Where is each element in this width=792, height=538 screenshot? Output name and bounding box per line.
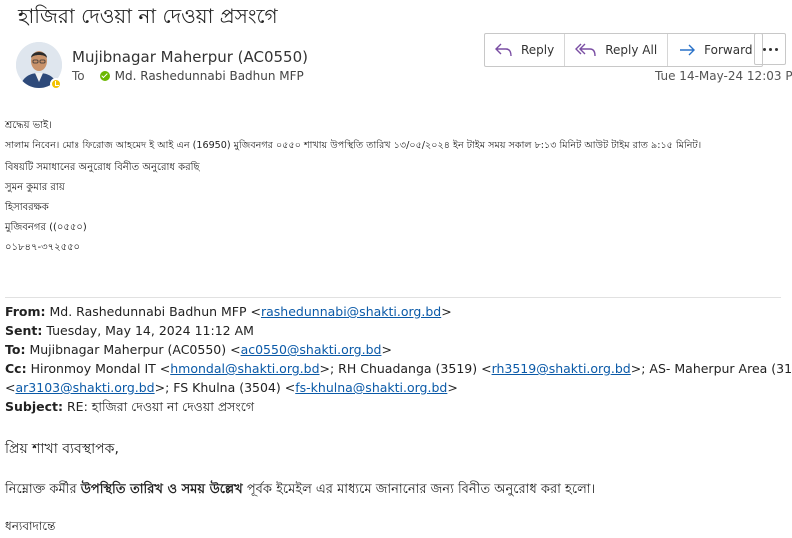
quoted-closing: ধন্যবাদান্তে (5, 519, 56, 533)
more-options-button[interactable] (754, 33, 786, 65)
cc-label: Cc: (5, 361, 27, 376)
quote-divider (5, 297, 781, 298)
request-emphasis: উপস্থিতি তারিখ ও সময় উল্লেখ (80, 482, 243, 497)
cc-email-link-2[interactable]: rh3519@shakti.org.bd (492, 361, 631, 376)
sender-name[interactable]: Mujibnagar Maherpur (AC0550) (72, 48, 308, 66)
reply-icon (495, 43, 513, 57)
quoted-cc-line: Cc: Hironmoy Mondal IT <hmondal@shakti.o… (5, 361, 792, 376)
body-line-1: সালাম নিবেন। মোঃ ফিরোজ আহমেদ ই আই এন (16… (5, 140, 702, 151)
quoted-request: নিম্নোক্ত কর্মীর উপস্থিতি তারিখ ও সময় উ… (5, 482, 596, 497)
available-status-icon (99, 71, 110, 81)
signature-branch: মুজিবনগর ((০৫৫০) (5, 222, 87, 233)
sent-label: Sent: (5, 323, 43, 338)
to-label-quoted: To: (5, 342, 26, 357)
email-subject: হাজিরা দেওয়া না দেওয়া প্রসংগে (18, 4, 278, 28)
to-name: Mujibnagar Maherpur (AC0550) < (29, 342, 241, 357)
reply-button[interactable]: Reply (485, 34, 564, 66)
signature-designation: হিসাবরক্ষক (5, 202, 49, 213)
from-name: Md. Rashedunnabi Badhun MFP < (49, 304, 261, 319)
body-line-2: বিষয়টি সমাধানের অনুরোধ বিনীত অনুরোধ করছ… (5, 162, 200, 173)
from-email-link[interactable]: rashedunnabi@shakti.org.bd (261, 304, 441, 319)
signature-name: সুমন কুমার রায় (5, 182, 65, 193)
reply-all-icon (575, 43, 597, 57)
recipients-row: To Md. Rashedunnabi Badhun MFP (72, 69, 304, 83)
quoted-to-line: To: Mujibnagar Maherpur (AC0550) <ac0550… (5, 342, 392, 357)
signature-phone: ০১৮৪৭-৩৭২৫৫০ (5, 242, 81, 253)
reply-all-label: Reply All (605, 43, 658, 57)
quoted-salutation: প্রিয় শাখা ব্যবস্থাপক, (5, 441, 119, 457)
quoted-subject: RE: হাজিরা দেওয়া না দেওয়া প্রসংগে (66, 399, 255, 414)
sent-value: Tuesday, May 14, 2024 11:12 AM (46, 323, 254, 338)
body-greeting: শ্রদ্ধেয় ভাই। (5, 120, 52, 131)
quoted-cc-line-2: <ar3103@shakti.org.bd>; FS Khulna (3504)… (5, 380, 458, 395)
forward-button[interactable]: Forward (667, 34, 762, 66)
cc-email-link-1[interactable]: hmondal@shakti.org.bd (170, 361, 319, 376)
forward-icon (678, 43, 696, 57)
reply-all-button[interactable]: Reply All (564, 34, 667, 66)
to-label: To (72, 69, 85, 83)
quoted-sent-line: Sent: Tuesday, May 14, 2024 11:12 AM (5, 323, 254, 338)
from-label: From: (5, 304, 46, 319)
cc-email-link-3[interactable]: ar3103@shakti.org.bd (15, 380, 154, 395)
message-actions: Reply Reply All Forward (484, 33, 764, 67)
cc-email-link-4[interactable]: fs-khulna@shakti.org.bd (295, 380, 447, 395)
presence-away-icon (50, 78, 62, 90)
reply-label: Reply (521, 43, 555, 57)
quoted-subject-line: Subject: RE: হাজিরা দেওয়া না দেওয়া প্র… (5, 399, 254, 419)
more-options-icon (762, 47, 766, 51)
recipient-name[interactable]: Md. Rashedunnabi Badhun MFP (115, 69, 304, 83)
quoted-from-line: From: Md. Rashedunnabi Badhun MFP <rashe… (5, 304, 452, 319)
forward-label: Forward (704, 43, 753, 57)
subject-label: Subject: (5, 399, 63, 414)
sent-timestamp: Tue 14-May-24 12:03 PM (655, 69, 792, 83)
to-email-link[interactable]: ac0550@shakti.org.bd (241, 342, 382, 357)
